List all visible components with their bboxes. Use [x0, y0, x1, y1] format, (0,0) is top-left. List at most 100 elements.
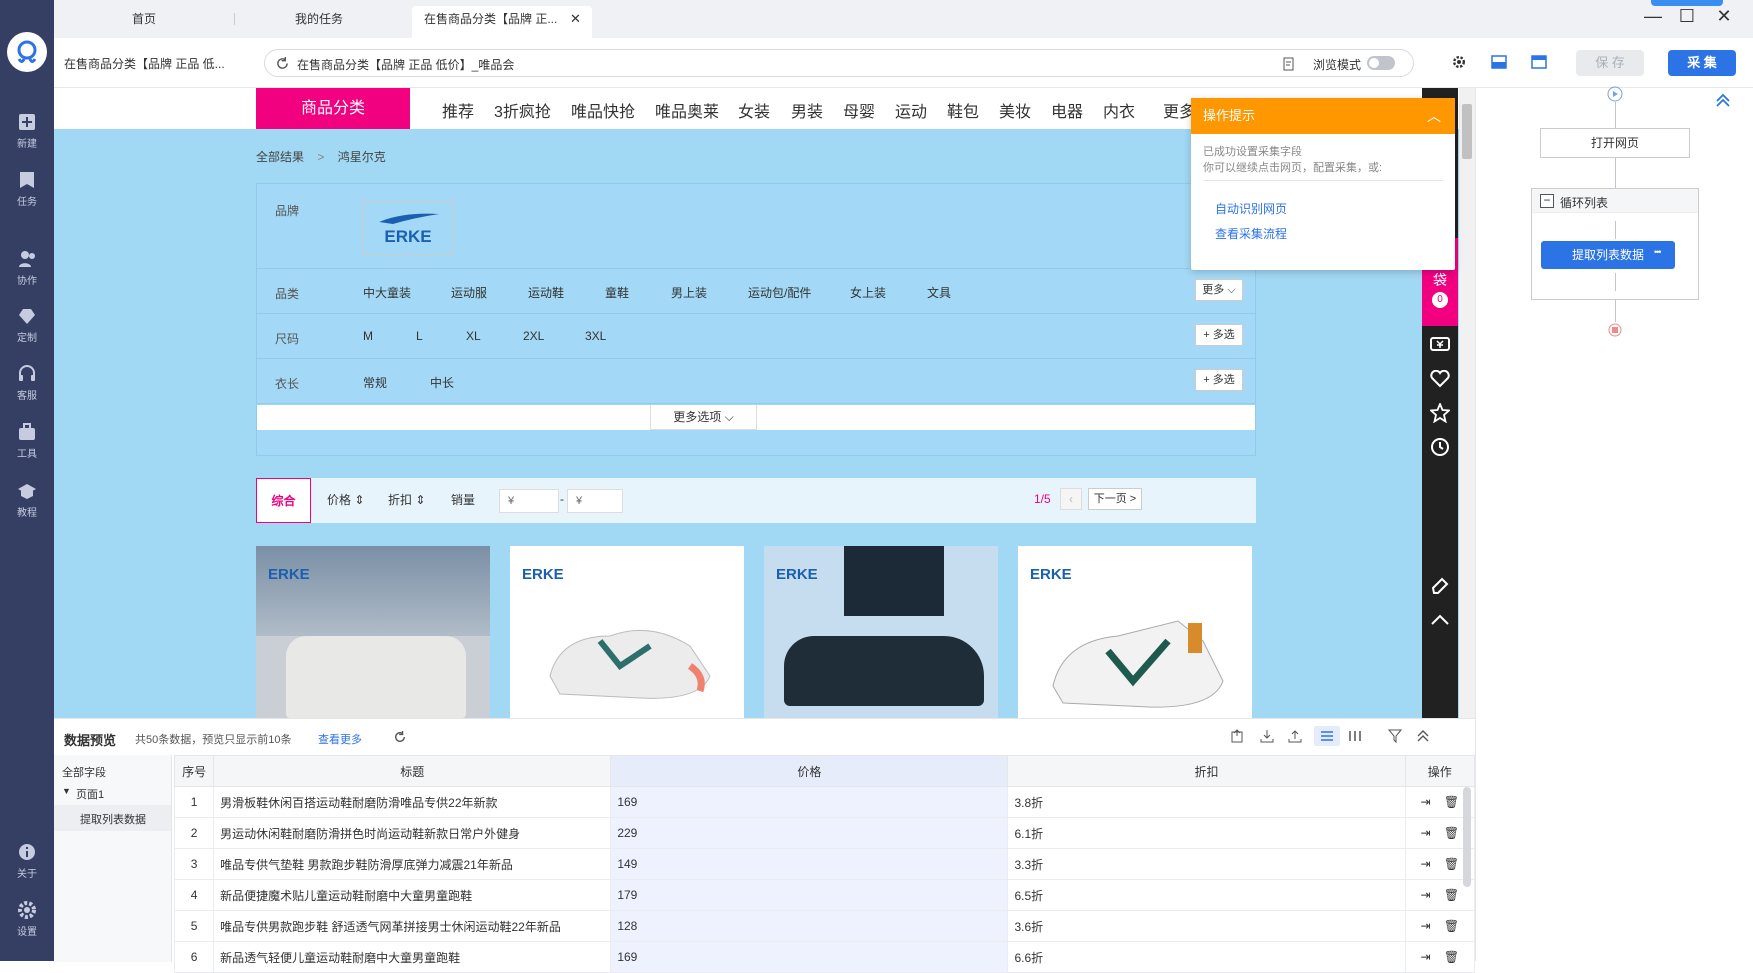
- cell-discount[interactable]: 6.1折: [1007, 817, 1406, 849]
- sidebar-item-about[interactable]: 关于: [0, 842, 54, 880]
- more-options-button[interactable]: 更多选项 ⌵: [650, 405, 757, 430]
- eraser-icon[interactable]: [1430, 575, 1450, 595]
- sidebar-item-service[interactable]: 客服: [0, 364, 54, 402]
- brand-logo-erke[interactable]: ERKE: [363, 200, 453, 255]
- price-from-input[interactable]: ¥: [499, 489, 559, 513]
- cell-price[interactable]: 169: [610, 786, 1009, 818]
- nav-link[interactable]: 男装: [791, 98, 823, 122]
- nav-link[interactable]: 女装: [738, 98, 770, 122]
- cell-discount[interactable]: 3.6折: [1007, 910, 1406, 942]
- sort-price[interactable]: 价格 ⇕: [327, 478, 364, 523]
- cell-title[interactable]: 新品便捷魔术贴儿童运动鞋耐磨中大童男童跑鞋: [213, 879, 612, 911]
- download-icon[interactable]: [1260, 729, 1274, 743]
- cell-discount[interactable]: 3.3折: [1007, 848, 1406, 880]
- row-delete-icon[interactable]: 🗑: [1444, 950, 1459, 964]
- row-export-icon[interactable]: ⇥: [1420, 826, 1430, 840]
- table-row[interactable]: 5 唯品专供男款跑步鞋 舒适透气网革拼接男士休闲运动鞋22年新品 128 3.6…: [173, 910, 1476, 942]
- cell-title[interactable]: 男滑板鞋休闲百搭运动鞋耐磨防滑唯品专供22年新款: [213, 786, 612, 818]
- product-card[interactable]: ERKE: [510, 546, 744, 718]
- row-export-icon[interactable]: ⇥: [1420, 857, 1430, 871]
- layout-bottom-icon[interactable]: [1491, 55, 1507, 69]
- column-view-icon[interactable]: [1348, 730, 1362, 742]
- filter-option[interactable]: M: [363, 329, 373, 343]
- filter-option[interactable]: 中大童装: [363, 284, 411, 301]
- filter-option[interactable]: 童鞋: [605, 284, 629, 301]
- web-scrollbar[interactable]: [1459, 88, 1475, 718]
- sidebar-item-collab[interactable]: 协作: [0, 249, 54, 287]
- url-bar[interactable]: 在售商品分类【品牌 正品 低价】_唯品会 浏览模式: [264, 49, 1414, 77]
- nav-link[interactable]: 3折疯抢: [494, 98, 551, 122]
- sidebar-item-tools[interactable]: 工具: [0, 422, 54, 460]
- row-delete-icon[interactable]: 🗑: [1444, 888, 1459, 902]
- history-icon[interactable]: [1430, 437, 1450, 457]
- tree-all-fields[interactable]: 全部字段: [62, 764, 106, 780]
- close-window-icon[interactable]: ✕: [1710, 4, 1738, 28]
- tree-page1[interactable]: 页面1: [76, 786, 104, 802]
- length-multi-button[interactable]: + 多选: [1195, 369, 1243, 391]
- refresh-preview-icon[interactable]: [394, 731, 406, 743]
- heart-icon[interactable]: [1430, 370, 1450, 388]
- nav-link[interactable]: 电器: [1051, 98, 1083, 122]
- cell-title[interactable]: 男运动休闲鞋耐磨防滑拼色时尚运动鞋新款日常户外健身: [213, 817, 612, 849]
- row-delete-icon[interactable]: 🗑: [1444, 919, 1459, 933]
- sort-sales[interactable]: 销量: [451, 478, 475, 523]
- cell-title[interactable]: 新品透气轻便儿童运动鞋耐磨中大童男童跑鞋: [213, 941, 612, 973]
- tab-close-icon[interactable]: ✕: [570, 6, 581, 32]
- cell-title[interactable]: 唯品专供气垫鞋 男款跑步鞋防滑厚底弹力减震21年新品: [213, 848, 612, 880]
- filter-option[interactable]: 3XL: [585, 329, 606, 343]
- tab-home[interactable]: 首页: [84, 6, 204, 38]
- nav-link[interactable]: 美妆: [999, 98, 1031, 122]
- settings-gear-icon[interactable]: [1451, 54, 1467, 70]
- nav-link[interactable]: 鞋包: [947, 98, 979, 122]
- nav-link[interactable]: 唯品奥莱: [655, 98, 719, 122]
- product-card[interactable]: ERKE: [256, 546, 490, 718]
- refresh-icon[interactable]: [276, 57, 289, 70]
- sidebar-item-tutorial[interactable]: 教程: [0, 481, 54, 519]
- tree-expand-icon[interactable]: ▼: [62, 786, 71, 796]
- minimize-icon[interactable]: —: [1639, 4, 1667, 28]
- more-options-icon[interactable]: •••: [1654, 247, 1662, 257]
- browse-mode-toggle[interactable]: [1367, 56, 1395, 70]
- star-icon[interactable]: [1430, 403, 1450, 423]
- table-row[interactable]: 2 男运动休闲鞋耐磨防滑拼色时尚运动鞋新款日常户外健身 229 6.1折 ⇥ 🗑: [173, 817, 1476, 849]
- cell-price[interactable]: 169: [610, 941, 1009, 973]
- nav-link[interactable]: 母婴: [843, 98, 875, 122]
- app-logo-icon[interactable]: [7, 32, 47, 72]
- table-row[interactable]: 4 新品便捷魔术贴儿童运动鞋耐磨中大童男童跑鞋 179 6.5折 ⇥ 🗑: [173, 879, 1476, 911]
- sort-comprehensive[interactable]: 综合: [256, 478, 311, 523]
- row-delete-icon[interactable]: 🗑: [1444, 826, 1459, 840]
- nav-link[interactable]: 内衣: [1103, 98, 1135, 122]
- column-header[interactable]: 价格: [610, 755, 1009, 787]
- cell-discount[interactable]: 6.6折: [1007, 941, 1406, 973]
- tab-my-tasks[interactable]: 我的任务: [244, 6, 394, 38]
- export-icon[interactable]: [1230, 729, 1244, 743]
- filter-option[interactable]: 文具: [927, 284, 951, 301]
- table-row[interactable]: 6 新品透气轻便儿童运动鞋耐磨中大童男童跑鞋 169 6.6折 ⇥ 🗑: [173, 941, 1476, 973]
- row-delete-icon[interactable]: 🗑: [1444, 857, 1459, 871]
- filter-option[interactable]: XL: [466, 329, 481, 343]
- cell-price[interactable]: 229: [610, 817, 1009, 849]
- row-export-icon[interactable]: ⇥: [1420, 795, 1430, 809]
- collapse-up-icon[interactable]: [1715, 93, 1731, 107]
- coupon-icon[interactable]: [1430, 336, 1450, 352]
- tab-current[interactable]: 在售商品分类【品牌 正... ✕: [412, 6, 592, 38]
- cell-price[interactable]: 179: [610, 879, 1009, 911]
- cell-title[interactable]: 唯品专供男款跑步鞋 舒适透气网革拼接男士休闲运动鞋22年新品: [213, 910, 612, 942]
- back-to-top-icon[interactable]: [1430, 612, 1450, 626]
- upload-icon[interactable]: [1288, 729, 1302, 743]
- cell-discount[interactable]: 6.5折: [1007, 879, 1406, 911]
- product-card[interactable]: ERKE: [1018, 546, 1252, 718]
- column-header[interactable]: 折扣: [1007, 755, 1406, 787]
- collapse-icon[interactable]: ︿: [1427, 98, 1441, 134]
- collect-button[interactable]: 采 集: [1668, 50, 1736, 76]
- next-page-button[interactable]: 下一页 >: [1088, 488, 1142, 510]
- cell-price[interactable]: 149: [610, 848, 1009, 880]
- sidebar-item-custom[interactable]: 定制: [0, 306, 54, 344]
- filter-option[interactable]: L: [416, 329, 423, 343]
- product-card[interactable]: ERKE: [764, 546, 998, 718]
- sidebar-item-new[interactable]: 新建: [0, 112, 54, 150]
- view-more-link[interactable]: 查看更多: [318, 731, 362, 747]
- flow-node-open-page[interactable]: 打开网页: [1540, 128, 1690, 158]
- filter-option[interactable]: 运动服: [451, 284, 487, 301]
- table-row[interactable]: 1 男滑板鞋休闲百搭运动鞋耐磨防滑唯品专供22年新款 169 3.8折 ⇥ 🗑: [173, 786, 1476, 818]
